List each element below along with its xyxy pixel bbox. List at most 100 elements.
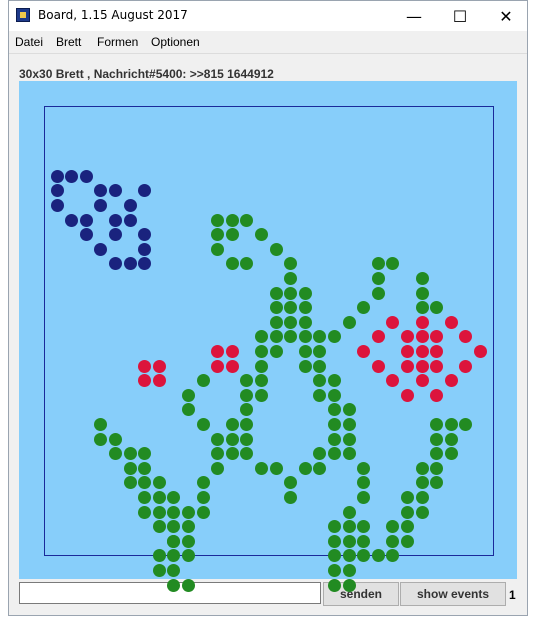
board-piece-green[interactable]	[240, 213, 254, 227]
board-piece-navy[interactable]	[79, 228, 93, 242]
board-piece-green[interactable]	[284, 330, 298, 344]
board-piece-navy[interactable]	[108, 228, 122, 242]
board-piece-green[interactable]	[181, 505, 195, 519]
board-piece-green[interactable]	[327, 432, 341, 446]
board-piece-green[interactable]	[327, 534, 341, 548]
board-piece-green[interactable]	[313, 447, 327, 461]
board-piece-green[interactable]	[313, 374, 327, 388]
board-piece-red[interactable]	[459, 359, 473, 373]
board-piece-navy[interactable]	[65, 213, 79, 227]
board-piece-green[interactable]	[211, 228, 225, 242]
board-piece-green[interactable]	[444, 432, 458, 446]
board-piece-green[interactable]	[386, 257, 400, 271]
board-piece-green[interactable]	[430, 461, 444, 475]
board-piece-green[interactable]	[167, 563, 181, 577]
board-piece-red[interactable]	[386, 315, 400, 329]
board-piece-green[interactable]	[342, 417, 356, 431]
board-piece-red[interactable]	[371, 359, 385, 373]
board-piece-navy[interactable]	[94, 184, 108, 198]
board-piece-green[interactable]	[357, 520, 371, 534]
board-piece-green[interactable]	[167, 490, 181, 504]
board-piece-green[interactable]	[313, 344, 327, 358]
board-piece-green[interactable]	[371, 271, 385, 285]
board-piece-green[interactable]	[269, 344, 283, 358]
board-piece-green[interactable]	[284, 271, 298, 285]
board-piece-green[interactable]	[357, 301, 371, 315]
board-piece-green[interactable]	[196, 417, 210, 431]
board-piece-green[interactable]	[181, 403, 195, 417]
board-piece-navy[interactable]	[94, 242, 108, 256]
board-piece-green[interactable]	[167, 578, 181, 592]
board-piece-green[interactable]	[342, 447, 356, 461]
board-piece-green[interactable]	[415, 461, 429, 475]
board-piece-navy[interactable]	[123, 213, 137, 227]
board-piece-green[interactable]	[342, 315, 356, 329]
board-piece-green[interactable]	[415, 490, 429, 504]
board-piece-red[interactable]	[415, 359, 429, 373]
board-piece-green[interactable]	[342, 403, 356, 417]
board-piece-green[interactable]	[415, 301, 429, 315]
board-piece-green[interactable]	[269, 330, 283, 344]
board-piece-green[interactable]	[167, 534, 181, 548]
board-piece-green[interactable]	[254, 374, 268, 388]
board-piece-green[interactable]	[211, 432, 225, 446]
board-piece-green[interactable]	[108, 432, 122, 446]
board-piece-green[interactable]	[444, 447, 458, 461]
board-piece-green[interactable]	[327, 374, 341, 388]
board-piece-green[interactable]	[327, 447, 341, 461]
board-piece-green[interactable]	[430, 417, 444, 431]
board-piece-green[interactable]	[459, 417, 473, 431]
board-piece-green[interactable]	[415, 476, 429, 490]
board-piece-green[interactable]	[240, 447, 254, 461]
board-piece-green[interactable]	[357, 549, 371, 563]
board-piece-red[interactable]	[473, 344, 487, 358]
board-piece-navy[interactable]	[138, 184, 152, 198]
board-piece-red[interactable]	[357, 344, 371, 358]
board-piece-green[interactable]	[386, 549, 400, 563]
board-piece-green[interactable]	[240, 417, 254, 431]
board-piece-green[interactable]	[240, 403, 254, 417]
board-piece-green[interactable]	[342, 505, 356, 519]
board-piece-red[interactable]	[138, 359, 152, 373]
board-piece-green[interactable]	[138, 476, 152, 490]
board-piece-green[interactable]	[313, 388, 327, 402]
board-piece-green[interactable]	[138, 447, 152, 461]
board-piece-red[interactable]	[444, 374, 458, 388]
board-piece-green[interactable]	[225, 257, 239, 271]
board-piece-green[interactable]	[167, 505, 181, 519]
board-piece-green[interactable]	[430, 301, 444, 315]
board-piece-green[interactable]	[167, 549, 181, 563]
board-piece-green[interactable]	[196, 490, 210, 504]
board-piece-green[interactable]	[284, 490, 298, 504]
board-piece-green[interactable]	[327, 417, 341, 431]
board-piece-red[interactable]	[400, 330, 414, 344]
board-piece-red[interactable]	[430, 359, 444, 373]
board-piece-green[interactable]	[298, 330, 312, 344]
board-piece-green[interactable]	[138, 461, 152, 475]
board-piece-green[interactable]	[108, 447, 122, 461]
board-piece-red[interactable]	[430, 330, 444, 344]
board-piece-green[interactable]	[225, 432, 239, 446]
board-piece-red[interactable]	[211, 344, 225, 358]
board-piece-green[interactable]	[313, 330, 327, 344]
board-piece-green[interactable]	[327, 520, 341, 534]
board-piece-green[interactable]	[269, 315, 283, 329]
board-piece-green[interactable]	[342, 520, 356, 534]
board-piece-red[interactable]	[430, 388, 444, 402]
board-piece-red[interactable]	[400, 388, 414, 402]
board-piece-navy[interactable]	[108, 184, 122, 198]
board-piece-green[interactable]	[298, 301, 312, 315]
board-piece-green[interactable]	[327, 549, 341, 563]
board-piece-navy[interactable]	[65, 169, 79, 183]
board-piece-green[interactable]	[254, 344, 268, 358]
board-piece-red[interactable]	[400, 359, 414, 373]
board-piece-green[interactable]	[298, 461, 312, 475]
board-piece-green[interactable]	[269, 301, 283, 315]
board-piece-navy[interactable]	[138, 257, 152, 271]
board-piece-green[interactable]	[152, 549, 166, 563]
board-piece-green[interactable]	[196, 374, 210, 388]
board-piece-green[interactable]	[327, 578, 341, 592]
board-piece-green[interactable]	[400, 534, 414, 548]
board-piece-navy[interactable]	[108, 213, 122, 227]
board-piece-red[interactable]	[415, 315, 429, 329]
